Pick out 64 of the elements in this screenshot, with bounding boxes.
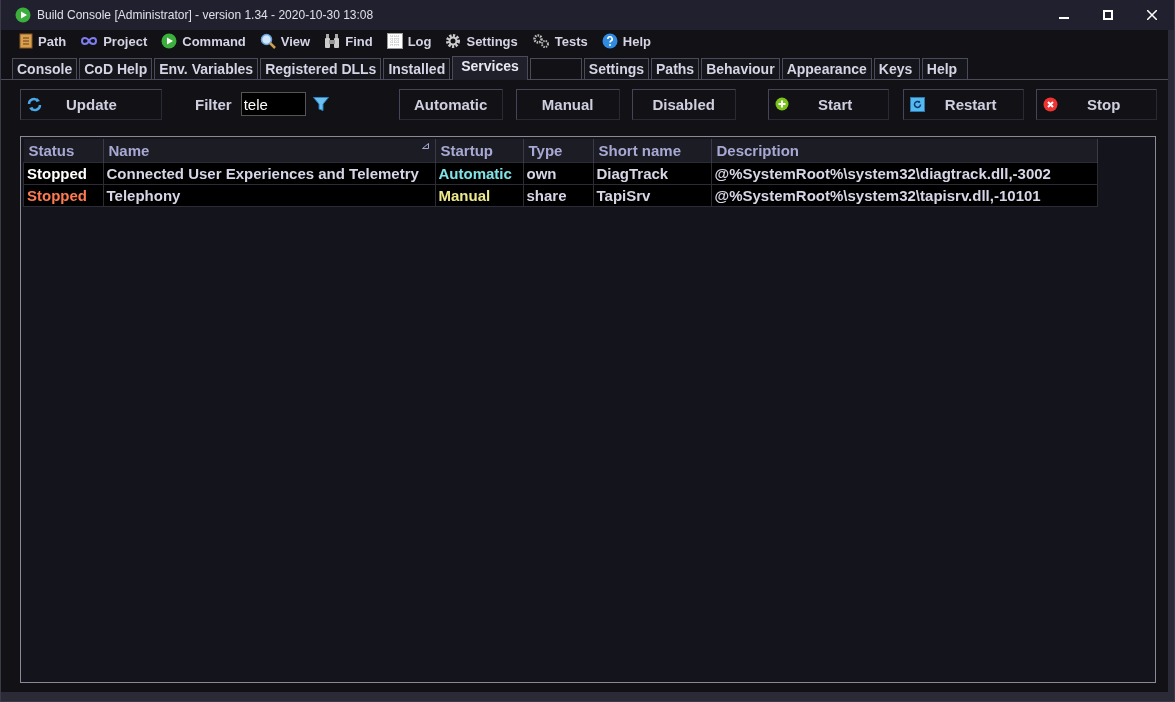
tab[interactable]: Services [452, 56, 528, 80]
tab[interactable]: Env. Variables [154, 58, 259, 79]
menu-item[interactable]: Find [324, 33, 373, 49]
tab[interactable]: Paths [651, 58, 700, 79]
menu-item[interactable]: Project [80, 33, 148, 49]
menu-item[interactable]: Help [601, 33, 651, 49]
menu-item[interactable]: View [259, 33, 311, 49]
tab[interactable]: Installed [383, 58, 451, 79]
table-cell: Automatic [435, 162, 523, 185]
tab[interactable]: Keys [873, 58, 920, 79]
infinity-icon [80, 36, 99, 46]
grid-page-icon [386, 33, 403, 49]
column-header[interactable]: Startup [435, 139, 523, 163]
column-header[interactable]: Name [103, 139, 435, 163]
startup-button[interactable]: Disabled [631, 88, 736, 120]
tab[interactable]: Appearance [781, 58, 872, 79]
close-icon[interactable] [1147, 10, 1157, 20]
notebook-icon [19, 33, 33, 49]
tab[interactable]: Console [12, 58, 78, 79]
table-cell: Stopped [23, 184, 103, 207]
menu-item[interactable]: Path [19, 33, 67, 49]
tab[interactable]: Settings [583, 58, 650, 79]
plus-icon [774, 97, 789, 111]
startup-button[interactable]: Manual [515, 88, 620, 120]
settings-icon [445, 33, 462, 49]
gears-icon [531, 33, 550, 49]
refresh-icon [27, 96, 42, 112]
table-cell: @%SystemRoot%\system32\tapisrv.dll,-10101 [711, 184, 1097, 207]
search-icon [259, 33, 276, 49]
menu-item[interactable]: Command [161, 33, 246, 49]
sort-arrow-icon [421, 143, 429, 149]
action-button[interactable]: Stop [1035, 88, 1157, 120]
action-button[interactable]: Start [767, 88, 889, 120]
menu-item[interactable]: Settings [445, 33, 518, 49]
table-cell: Connected User Experiences and Telemetry [103, 162, 435, 185]
tab[interactable]: CoD Help [79, 58, 153, 79]
play-icon [15, 7, 31, 23]
refresh-square-icon [909, 96, 925, 112]
tab[interactable]: Registered DLLs [260, 58, 382, 79]
maximize-icon[interactable] [1103, 10, 1113, 20]
table-cell: Telephony [103, 184, 435, 207]
tab[interactable]: Help [921, 58, 968, 79]
window-title: Build Console [Administrator] - version 1.34 - 2020-10-30 13:08 [37, 8, 375, 22]
column-header[interactable]: Description [711, 139, 1097, 163]
column-header[interactable]: Type [523, 139, 593, 163]
table-cell: DiagTrack [593, 162, 711, 185]
action-button[interactable]: Restart [902, 88, 1024, 120]
close-icon [1042, 96, 1058, 112]
filter-field[interactable]: tele [240, 92, 306, 116]
startup-button[interactable]: Automatic [398, 88, 503, 120]
column-header[interactable]: Status [23, 139, 103, 163]
filter-label: Filter [195, 95, 232, 113]
menu-item[interactable]: Log [386, 33, 432, 49]
table-cell: own [523, 162, 593, 185]
binoculars-icon [324, 33, 341, 49]
filter-icon [312, 97, 329, 111]
table-cell: Stopped [23, 162, 103, 185]
table-cell: @%SystemRoot%\system32\diagtrack.dll,-3002 [711, 162, 1097, 185]
update-button[interactable]: Update [20, 88, 162, 120]
tab[interactable]: Behaviour [701, 58, 780, 79]
column-header[interactable]: Short name [593, 139, 711, 163]
menu-item[interactable]: Tests [531, 33, 588, 49]
help-icon [601, 33, 618, 49]
play-icon [161, 33, 178, 49]
